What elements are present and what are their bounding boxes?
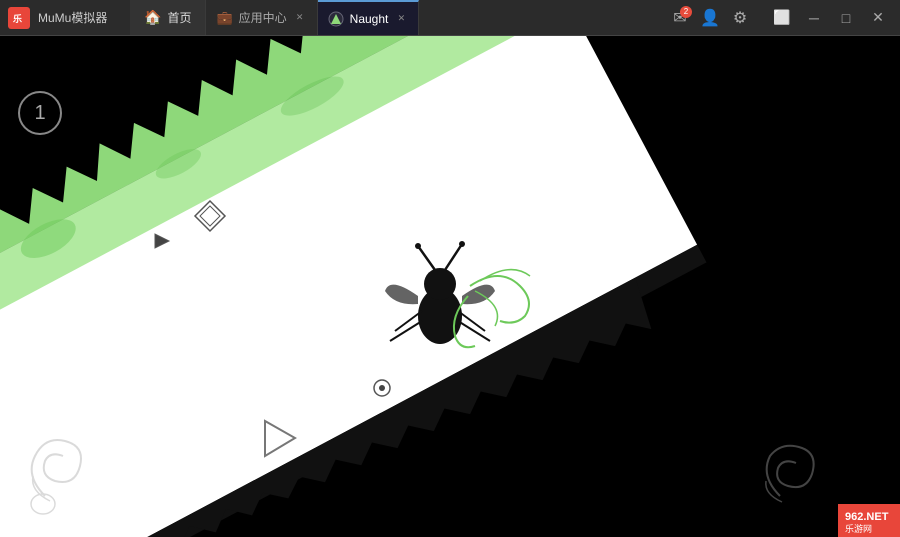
level-number: 1	[34, 102, 45, 125]
app-center-close-button[interactable]: ✕	[293, 11, 307, 25]
settings-icon[interactable]: ⚙	[728, 6, 752, 30]
window-controls: ⬜ ─ □ ✕	[760, 0, 900, 35]
home-tab-label: 首页	[167, 9, 191, 26]
naught-game-icon	[328, 11, 344, 27]
tab-bar: 🏠 首页 💼 应用中心 ✕ Naught ✕	[130, 0, 660, 35]
svg-text:乐: 乐	[13, 13, 22, 24]
game-area[interactable]: 962.NET 乐游网 1	[0, 36, 900, 537]
svg-text:962.NET: 962.NET	[845, 511, 889, 523]
home-icon: 🏠	[144, 9, 161, 26]
svg-text:乐游网: 乐游网	[845, 523, 872, 534]
app-center-label: 应用中心	[239, 9, 287, 26]
user-icon[interactable]: 👤	[698, 6, 722, 30]
game-scene-svg: 962.NET 乐游网	[0, 36, 900, 537]
naught-close-button[interactable]: ✕	[394, 12, 408, 26]
tab-home[interactable]: 🏠 首页	[130, 0, 206, 35]
notification-badge: 2	[680, 6, 692, 18]
tab-naught[interactable]: Naught ✕	[318, 0, 420, 35]
fullscreen-button[interactable]: ⬜	[768, 4, 796, 32]
app-logo-icon: 乐	[8, 7, 30, 29]
titlebar: 乐 MuMu模拟器 🏠 首页 💼 应用中心 ✕ Naught ✕	[0, 0, 900, 36]
tab-app-center[interactable]: 💼 应用中心 ✕	[206, 0, 317, 35]
app-center-icon: 💼	[216, 10, 232, 26]
minimize-button[interactable]: ─	[800, 4, 828, 32]
maximize-button[interactable]: □	[832, 4, 860, 32]
mail-notification-icon[interactable]: ✉ 2	[668, 6, 692, 30]
close-button[interactable]: ✕	[864, 4, 892, 32]
naught-tab-label: Naught	[350, 12, 389, 26]
level-badge: 1	[18, 91, 62, 135]
logo-area: 乐 MuMu模拟器	[0, 0, 130, 35]
notification-area: ✉ 2 👤 ⚙	[660, 6, 760, 30]
logo-text: MuMu模拟器	[38, 9, 107, 26]
